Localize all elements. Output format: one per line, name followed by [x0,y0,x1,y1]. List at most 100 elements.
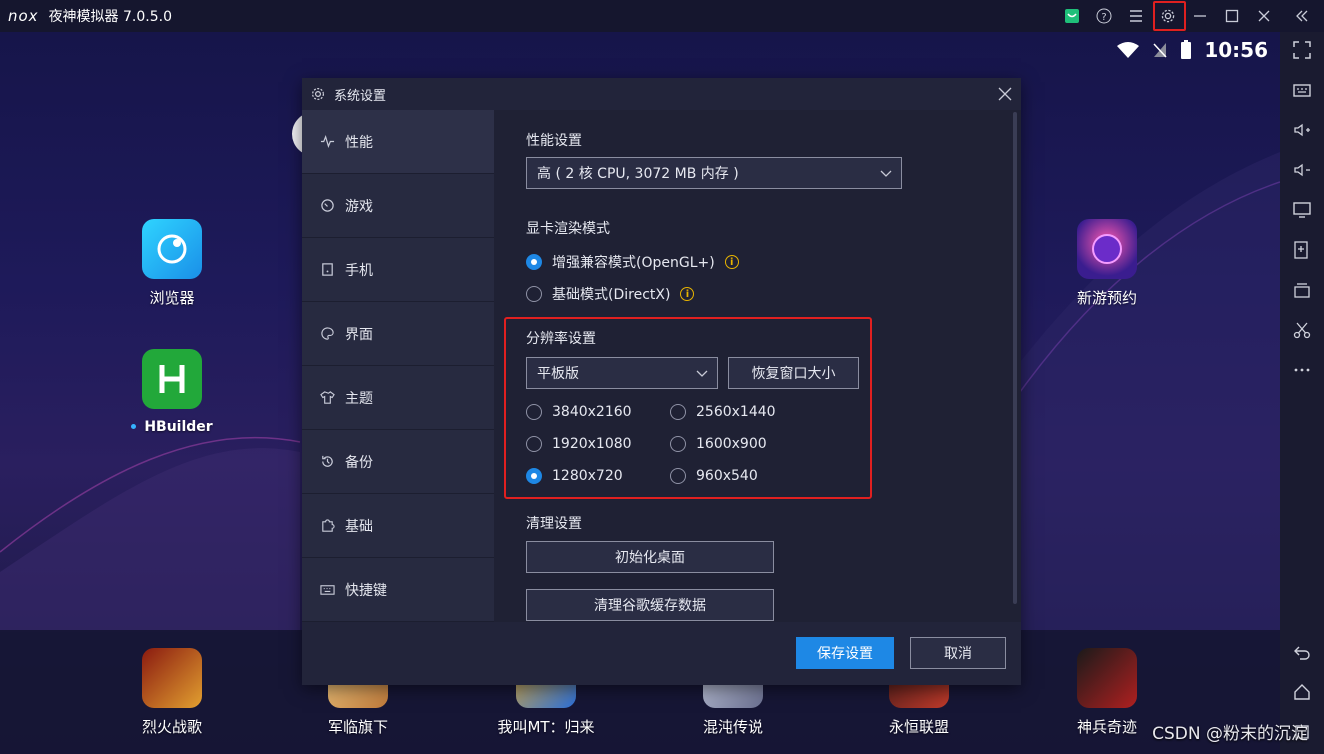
watermark: CSDN @粉末的沉淀 [1152,724,1308,744]
app-label: 我叫MT：归来 [497,718,595,736]
nav-item-phone[interactable]: 手机 [302,238,494,302]
settings-gear-icon [311,87,325,101]
collapse-icon[interactable] [1280,0,1324,32]
nav-label: 性能 [345,134,373,151]
screen-icon[interactable] [1290,198,1314,222]
store-icon[interactable] [1056,0,1088,32]
info-icon[interactable]: i [680,287,695,301]
app-new-games[interactable]: 新游预约 [1052,219,1162,308]
init-desktop-button[interactable]: 初始化桌面 [526,541,774,573]
close-icon[interactable] [1248,0,1280,32]
keyboard-icon[interactable] [1290,78,1314,102]
nav-item-game[interactable]: 游戏 [302,174,494,238]
radio-opengl[interactable]: 增强兼容模式(OpenGL+) i [526,252,739,272]
dialog-close-icon[interactable] [995,84,1015,104]
nav-item-theme[interactable]: 主题 [302,366,494,430]
wifi-icon [1117,42,1140,58]
radio-circle [526,254,542,270]
fullscreen-icon[interactable] [1290,38,1314,62]
game-icon [1077,648,1137,708]
nav-label: 主题 [345,390,373,407]
settings-scrollbar[interactable] [1013,112,1017,604]
app-label: 浏览器 [149,289,195,307]
settings-nav: 性能 游戏 手机 界面 主题 备份 基础 快捷键 [302,110,494,622]
more-icon[interactable] [1290,358,1314,382]
right-toolbar [1280,32,1324,754]
nav-item-shortcuts[interactable]: 快捷键 [302,558,494,622]
nav-label: 手机 [345,262,373,279]
radio-directx[interactable]: 基础模式(DirectX) i [526,284,695,304]
nox-logo: nox [8,7,39,25]
nav-label: 界面 [345,326,373,343]
app-label: 神兵奇迹 [1076,718,1137,736]
install-apk-icon[interactable] [1290,238,1314,262]
dock-app-1[interactable]: 烈火战歌 [117,648,227,737]
keyboard-icon [320,585,335,595]
title-bar: nox 夜神模拟器 7.0.5.0 ? [0,0,1324,32]
volume-up-icon[interactable] [1290,118,1314,142]
dialog-footer: 保存设置 取消 [302,622,1021,685]
app-browser[interactable]: 浏览器 [117,219,227,308]
volume-down-icon[interactable] [1290,158,1314,182]
save-settings-button[interactable]: 保存设置 [796,637,894,669]
nav-label: 备份 [345,454,373,471]
palette-icon [321,327,334,340]
nav-item-interface[interactable]: 界面 [302,302,494,366]
app-label: 烈火战歌 [141,718,202,736]
cleanup-title: 清理设置 [526,516,582,532]
multi-instance-icon[interactable] [1290,278,1314,302]
radio-circle [526,286,542,302]
dock-app-6[interactable]: 神兵奇迹 [1052,648,1162,737]
nav-item-performance[interactable]: 性能 [302,110,494,174]
radio-label: 增强兼容模式(OpenGL+) [552,255,715,271]
scissors-icon[interactable] [1290,318,1314,342]
restore-icon [322,455,333,467]
nav-item-backup[interactable]: 备份 [302,430,494,494]
app-label: HBuilder [144,419,213,435]
new-app-dot [131,424,137,429]
gear-highlight-box [1153,1,1186,31]
app-label: 永恒联盟 [888,718,949,736]
home-icon[interactable] [1290,680,1314,704]
browser-icon [142,219,202,279]
dialog-title: 系统设置 [334,88,387,104]
dialog-header: 系统设置 [302,78,1021,110]
radio-label: 基础模式(DirectX) [552,287,671,303]
info-icon[interactable]: i [724,255,739,269]
nav-label: 游戏 [345,198,373,215]
back-icon[interactable] [1290,640,1314,664]
chevron-down-icon [880,170,892,177]
app-label: 新游预约 [1076,289,1137,307]
battery-icon [1181,40,1192,59]
performance-title: 性能设置 [526,133,582,149]
clear-google-cache-button[interactable]: 清理谷歌缓存数据 [526,589,774,621]
nav-label: 快捷键 [345,582,387,599]
nav-item-basic[interactable]: 基础 [302,494,494,558]
performance-value: 高 ( 2 核 CPU, 3072 MB 内存 ) [537,166,739,182]
new-games-icon [1077,219,1137,279]
app-hbuilder[interactable]: HBuilder [117,349,227,435]
game-icon [142,648,202,708]
app-label: 混沌传说 [702,718,763,736]
app-label: 军临旗下 [327,718,388,736]
shirt-icon [320,391,335,404]
menu-icon[interactable] [1120,0,1152,32]
pulse-icon [320,134,335,149]
cancel-button[interactable]: 取消 [910,637,1006,669]
clock: 10:56 [1204,38,1268,62]
game-icon [321,199,334,212]
help-icon[interactable]: ? [1088,0,1120,32]
minimize-icon[interactable] [1184,0,1216,32]
render-title: 显卡渲染模式 [526,221,610,237]
puzzle-icon [322,519,335,532]
phone-icon [322,263,333,276]
svg-text:?: ? [1101,12,1106,23]
performance-select[interactable]: 高 ( 2 核 CPU, 3072 MB 内存 ) [526,157,902,189]
hbuilder-icon [142,349,202,409]
android-status-bar: 10:56 [1116,38,1268,62]
app-title: 夜神模拟器 7.0.5.0 [48,9,172,25]
nav-label: 基础 [345,518,373,535]
resolution-highlight-box [504,317,872,499]
maximize-icon[interactable] [1216,0,1248,32]
settings-dialog: 系统设置 性能 游戏 手机 界面 主题 备份 基础 快捷键 性能设置 高 (2… [302,78,1021,685]
